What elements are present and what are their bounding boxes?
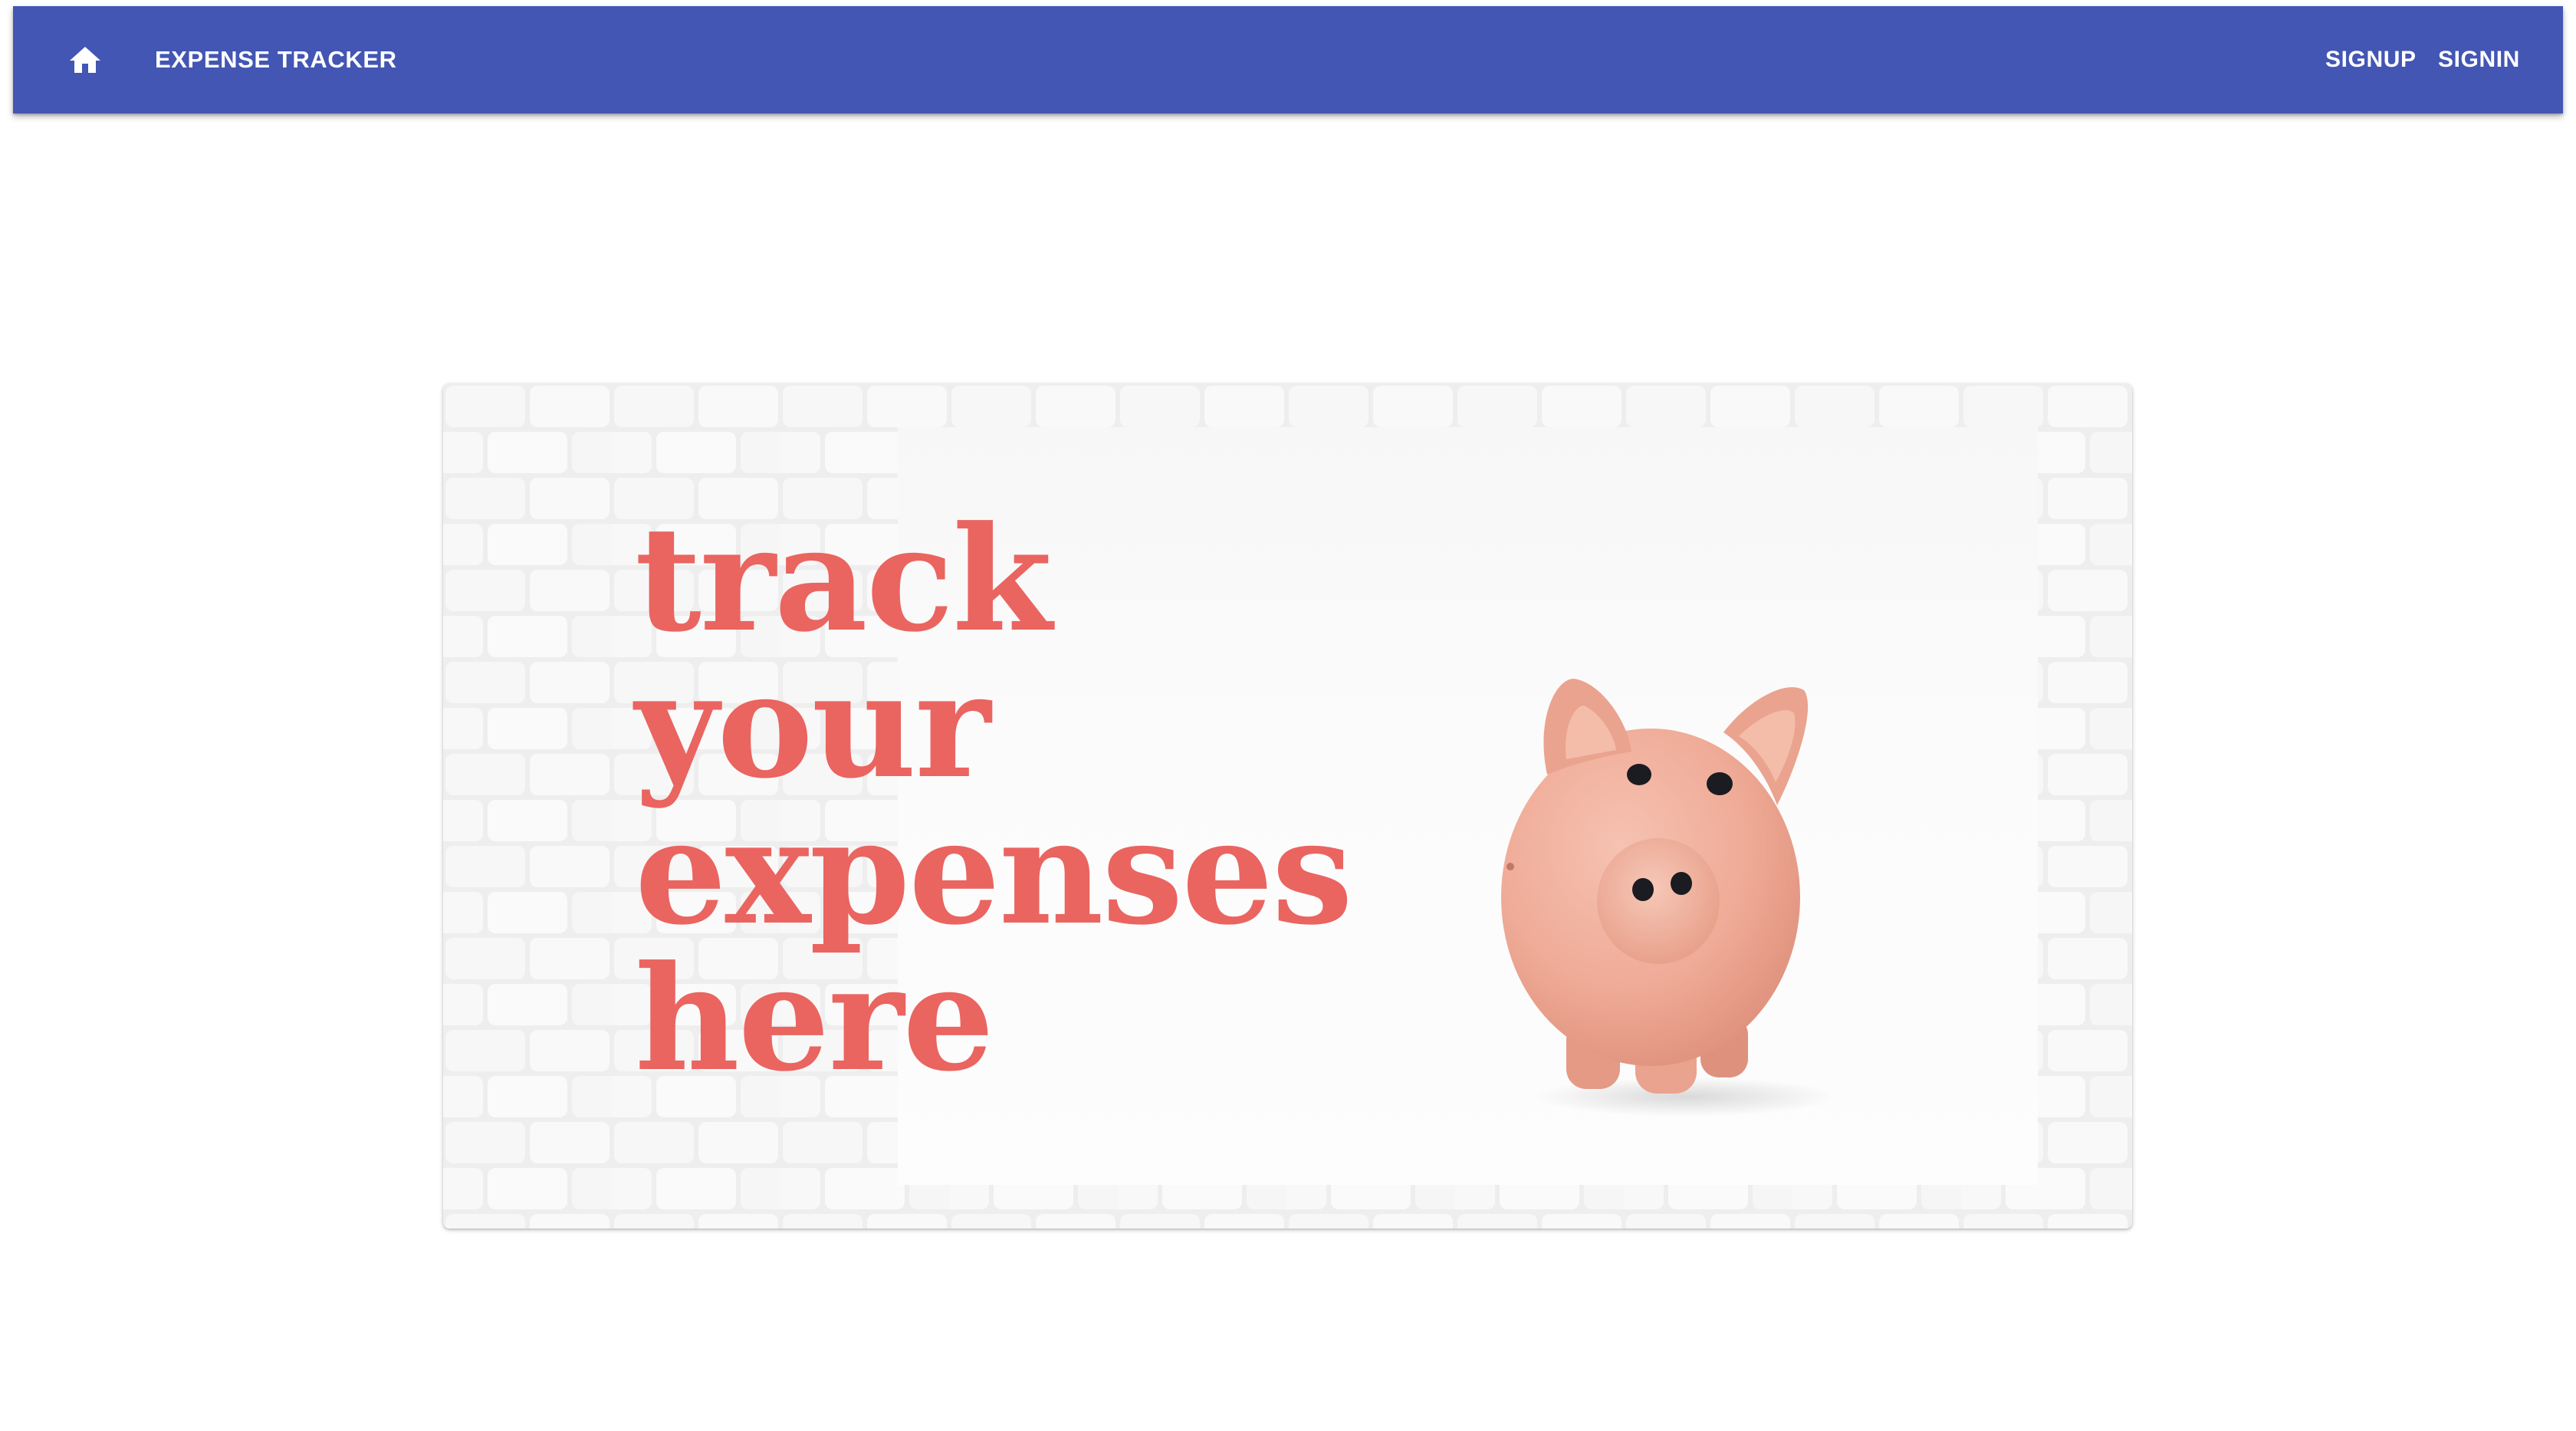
home-icon (70, 47, 100, 73)
page: EXPENSE TRACKER SIGNUP SIGNIN track your (0, 0, 2576, 1431)
home-button[interactable] (50, 25, 120, 96)
hero-tagline: track your expenses here (635, 495, 1353, 1104)
hero-card: track your expenses here (443, 383, 2132, 1229)
app-title: EXPENSE TRACKER (155, 46, 397, 73)
tagline-line: expenses (635, 788, 1353, 957)
tagline-line: here (635, 934, 994, 1104)
tagline-line: track (635, 495, 1052, 664)
tagline-line: your (635, 641, 991, 811)
signup-button[interactable]: SIGNUP (2316, 35, 2426, 84)
signin-button[interactable]: SIGNIN (2429, 35, 2529, 84)
piggy-bank-illustration (1493, 660, 1831, 1120)
app-bar: EXPENSE TRACKER SIGNUP SIGNIN (13, 6, 2563, 113)
